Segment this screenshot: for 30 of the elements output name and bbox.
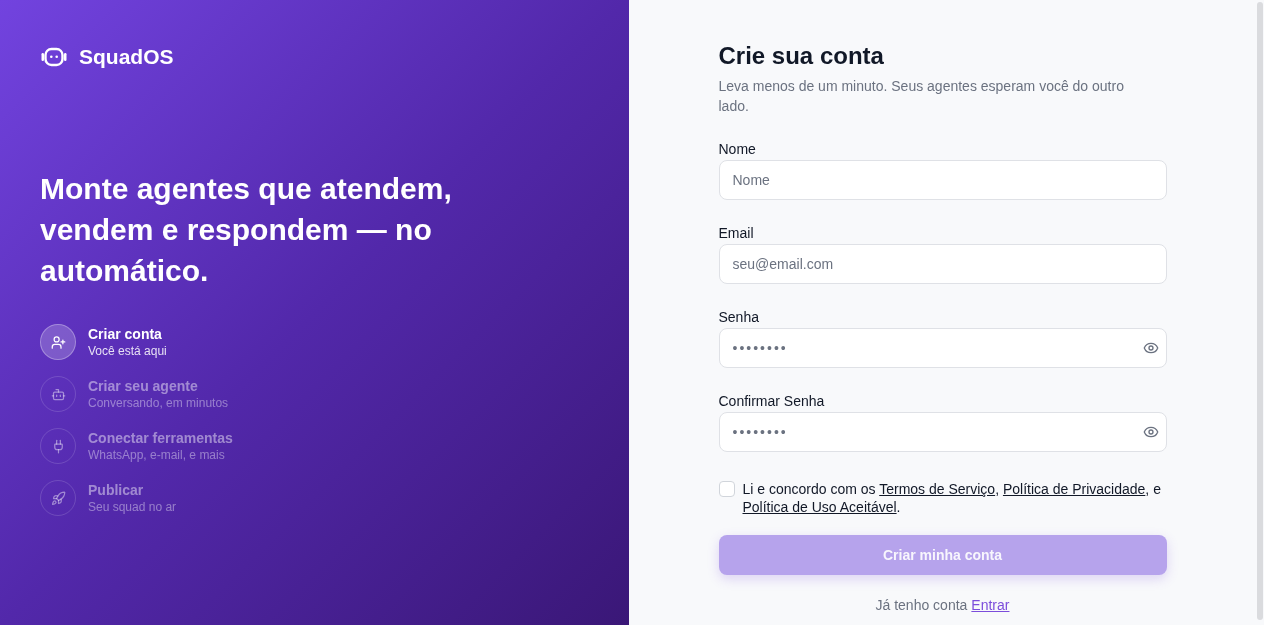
policy-link[interactable]: Política de Privacidade xyxy=(1002,481,1146,497)
step-subtitle: Seu squad no ar xyxy=(88,499,177,515)
robot-logo-icon xyxy=(41,46,67,68)
step-subtitle: WhatsApp, e-mail, e mais xyxy=(88,447,226,463)
scrollbar-thumb[interactable] xyxy=(1257,2,1263,620)
agreement-text: Li e concordo com os Termos de Serviço, Política de Privacidade, e Política de Uso Aceitável. xyxy=(742,480,1162,516)
password-input[interactable]: •••••••• xyxy=(718,328,1167,368)
step-title: Conectar ferramentas xyxy=(88,429,233,447)
step-subtitle: Você está aqui xyxy=(88,343,167,359)
agreement-checkbox[interactable] xyxy=(718,481,735,497)
login-link[interactable]: Entrar xyxy=(971,595,1010,615)
step-title: Criar conta xyxy=(88,325,163,343)
password-input[interactable]: •••••••• xyxy=(718,412,1167,452)
field-label: Email xyxy=(718,224,755,243)
eye-icon[interactable] xyxy=(1142,340,1159,356)
policy-link[interactable]: Política de Uso Aceitável xyxy=(742,499,897,515)
field-label: Nome xyxy=(718,140,757,159)
text-input[interactable]: Nome xyxy=(718,160,1167,200)
text-input[interactable]: seu@email.com xyxy=(718,244,1167,284)
field-label: Senha xyxy=(718,308,760,327)
step-subtitle: Conversando, em minutos xyxy=(88,395,229,411)
login-prompt: Já tenho conta xyxy=(875,596,968,615)
hero-headline: Monte agentes que atendem, vendem e respondem — no automático. xyxy=(40,171,453,289)
step-title: Criar seu agente xyxy=(88,377,199,395)
step-title: Publicar xyxy=(88,481,145,499)
brand-name: SquadOS xyxy=(79,44,174,70)
form-subtitle: Leva menos de um minuto. Seus agentes esperam você do outro lado. xyxy=(718,77,1125,116)
field-label: Confirmar Senha xyxy=(718,392,826,411)
form-title: Crie sua conta xyxy=(718,41,885,71)
eye-icon[interactable] xyxy=(1142,424,1159,440)
